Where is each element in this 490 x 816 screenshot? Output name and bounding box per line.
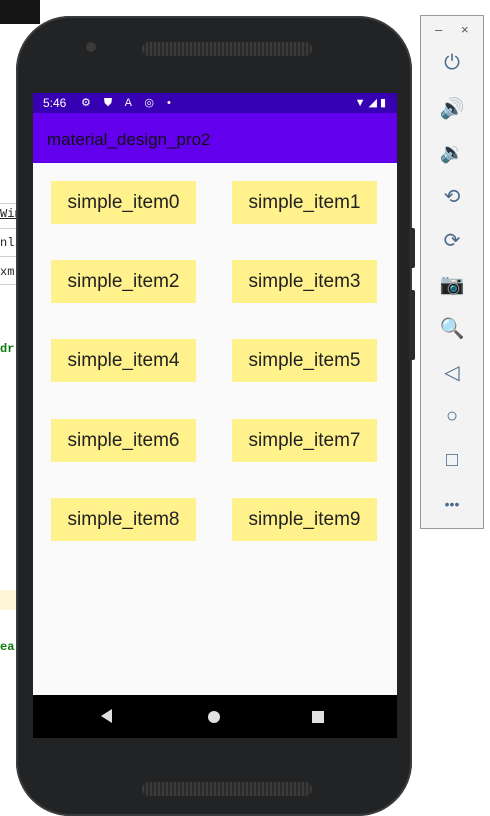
grid-item[interactable]: simple_item5 [232, 339, 377, 382]
ide-code-text: dr [0, 342, 15, 356]
phone-side-button [409, 290, 415, 360]
close-button[interactable]: × [461, 22, 469, 37]
status-notification-icons: ⚙ ⛊ A ◎ • [81, 97, 176, 109]
back-icon[interactable]: ◁ [437, 357, 467, 387]
nav-recents-icon[interactable] [312, 711, 324, 723]
emulator-toolbar: – × ⏻ 🔊 🔉 ⟲ ⟳ 📷 🔍 ◁ ○ □ ••• [420, 15, 484, 529]
nav-home-icon[interactable] [208, 711, 220, 723]
grid-item[interactable]: simple_item6 [51, 419, 196, 462]
rotate-right-icon[interactable]: ⟳ [437, 225, 467, 255]
grid-item[interactable]: simple_item9 [232, 498, 377, 541]
phone-screen: 5:46 ⚙ ⛊ A ◎ • ▼◢▮ material_design_pro2 … [33, 93, 397, 738]
app-title: material_design_pro2 [47, 130, 211, 149]
ide-field-text[interactable]: nl [0, 236, 14, 250]
grid-item[interactable]: simple_item7 [232, 419, 377, 462]
front-camera [86, 42, 96, 52]
top-speaker [142, 42, 312, 56]
grid-item[interactable]: simple_item3 [232, 260, 377, 303]
volume-up-icon[interactable]: 🔊 [437, 93, 467, 123]
status-system-icons: ▼◢▮ [354, 97, 389, 109]
power-icon[interactable]: ⏻ [437, 48, 467, 78]
grid-item[interactable]: simple_item0 [51, 181, 196, 224]
minimize-button[interactable]: – [435, 22, 442, 37]
grid-item[interactable]: simple_item2 [51, 260, 196, 303]
more-icon[interactable]: ••• [437, 489, 467, 519]
nav-bar [33, 695, 397, 738]
nav-back-icon[interactable] [101, 709, 112, 723]
camera-icon[interactable]: 📷 [437, 269, 467, 299]
ide-field-text[interactable]: xm [0, 265, 14, 279]
zoom-icon[interactable]: 🔍 [437, 313, 467, 343]
volume-down-icon[interactable]: 🔉 [437, 137, 467, 167]
ide-dark-strip [0, 0, 40, 24]
status-time: 5:46 [43, 96, 67, 110]
grid-item[interactable]: simple_item4 [51, 339, 196, 382]
ide-code-text: ea [0, 640, 15, 654]
phone-side-button [409, 228, 415, 268]
rotate-left-icon[interactable]: ⟲ [437, 181, 467, 211]
grid-item[interactable]: simple_item1 [232, 181, 377, 224]
home-icon[interactable]: ○ [437, 401, 467, 431]
overview-icon[interactable]: □ [437, 445, 467, 475]
bottom-speaker [142, 782, 312, 796]
grid-item[interactable]: simple_item8 [51, 498, 196, 541]
toolbar-titlebar: – × [421, 16, 483, 44]
status-bar: 5:46 ⚙ ⛊ A ◎ • ▼◢▮ [33, 93, 397, 113]
app-bar: material_design_pro2 [33, 113, 397, 163]
